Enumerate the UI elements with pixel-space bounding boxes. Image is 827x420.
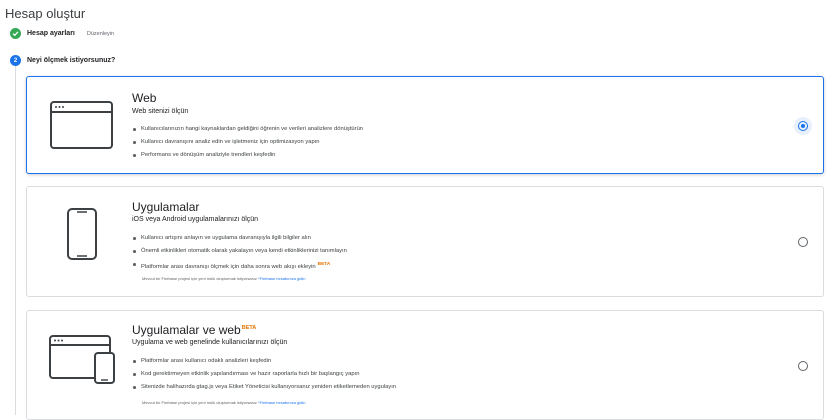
firebase-note: Mevcut bir Firebase projesi için yeni mü… xyxy=(142,276,305,281)
check-icon xyxy=(10,28,21,39)
list-item: Platformlar arası davranışı ölçmek için … xyxy=(132,258,347,271)
option-subtitle: Web sitenizi ölçün xyxy=(132,108,189,115)
step-label: Hesap ayarları xyxy=(27,30,75,37)
option-title: Uygulamalar ve webBETA xyxy=(132,323,256,337)
list-item: Kullanıcı davranışını analiz edin ve işl… xyxy=(132,136,363,149)
option-title: Web xyxy=(132,91,157,105)
radio-web[interactable] xyxy=(798,121,808,131)
radio-apps-and-web[interactable] xyxy=(798,361,808,371)
option-title: Uygulamalar xyxy=(132,200,200,214)
list-item: Kullanıcılarınızın hangi kaynaklardan ge… xyxy=(132,123,363,136)
option-title-text: Uygulamalar ve web xyxy=(132,323,241,337)
step-label: Neyi ölçmek istiyorsunuz? xyxy=(27,57,116,64)
option-subtitle: Uygulama ve web genelinde kullanıcıların… xyxy=(132,339,288,346)
option-card-apps[interactable]: Uygulamalar iOS veya Android uygulamalar… xyxy=(26,186,824,297)
beta-badge: BETA xyxy=(317,262,331,267)
beta-badge: BETA xyxy=(241,325,257,331)
step-number-badge: 2 xyxy=(10,55,21,66)
mobile-phone-icon xyxy=(67,208,97,265)
firebase-link[interactable]: *Firebase hesabınıza gidin xyxy=(258,276,305,281)
option-subtitle: iOS veya Android uygulamalarınızı ölçün xyxy=(132,216,259,223)
firebase-link[interactable]: *Firebase hesabınıza gidin xyxy=(258,400,305,405)
list-item: Kullanıcı artışını anlayın ve uygulama d… xyxy=(132,232,347,245)
step-what-to-measure: 2 Neyi ölçmek istiyorsunuz? xyxy=(10,55,115,66)
page-title: Hesap oluştur xyxy=(5,6,86,21)
feature-list: Kullanıcı artışını anlayın ve uygulama d… xyxy=(132,232,347,271)
list-item: Platformlar arası kullanıcı odaklı anali… xyxy=(132,355,396,368)
feature-list: Platformlar arası kullanıcı odaklı anali… xyxy=(132,355,396,394)
radio-apps[interactable] xyxy=(798,237,808,247)
edit-link[interactable]: Düzenleyin xyxy=(87,31,114,37)
firebase-note-text: Mevcut bir Firebase projesi için yeni mü… xyxy=(142,400,257,405)
list-item: Sitenizde halihazırda gtag.js veya Etike… xyxy=(132,381,396,394)
browser-window-icon xyxy=(50,101,113,154)
stepper-line xyxy=(15,66,16,415)
step-account-settings: Hesap ayarları Düzenleyin xyxy=(10,28,114,39)
browser-and-phone-icon xyxy=(49,335,119,390)
list-item: Performans ve dönüşüm analiziyle trendle… xyxy=(132,149,363,162)
list-item: Önemli etkinlikleri otomatik olarak yaka… xyxy=(132,245,347,258)
feature-list: Kullanıcılarınızın hangi kaynaklardan ge… xyxy=(132,123,363,162)
list-item-text: Platformlar arası davranışı ölçmek için … xyxy=(141,263,316,270)
step-number: 2 xyxy=(13,57,18,64)
option-card-apps-and-web[interactable]: Uygulamalar ve webBETA Uygulama ve web g… xyxy=(26,310,824,420)
option-card-web[interactable]: Web Web sitenizi ölçün Kullanıcılarınızı… xyxy=(26,76,824,174)
firebase-note: Mevcut bir Firebase projesi için yeni mü… xyxy=(142,400,305,405)
firebase-note-text: Mevcut bir Firebase projesi için yeni mü… xyxy=(142,276,257,281)
list-item: Kod gerektirmeyen etkinlik yapılandırmas… xyxy=(132,368,396,381)
